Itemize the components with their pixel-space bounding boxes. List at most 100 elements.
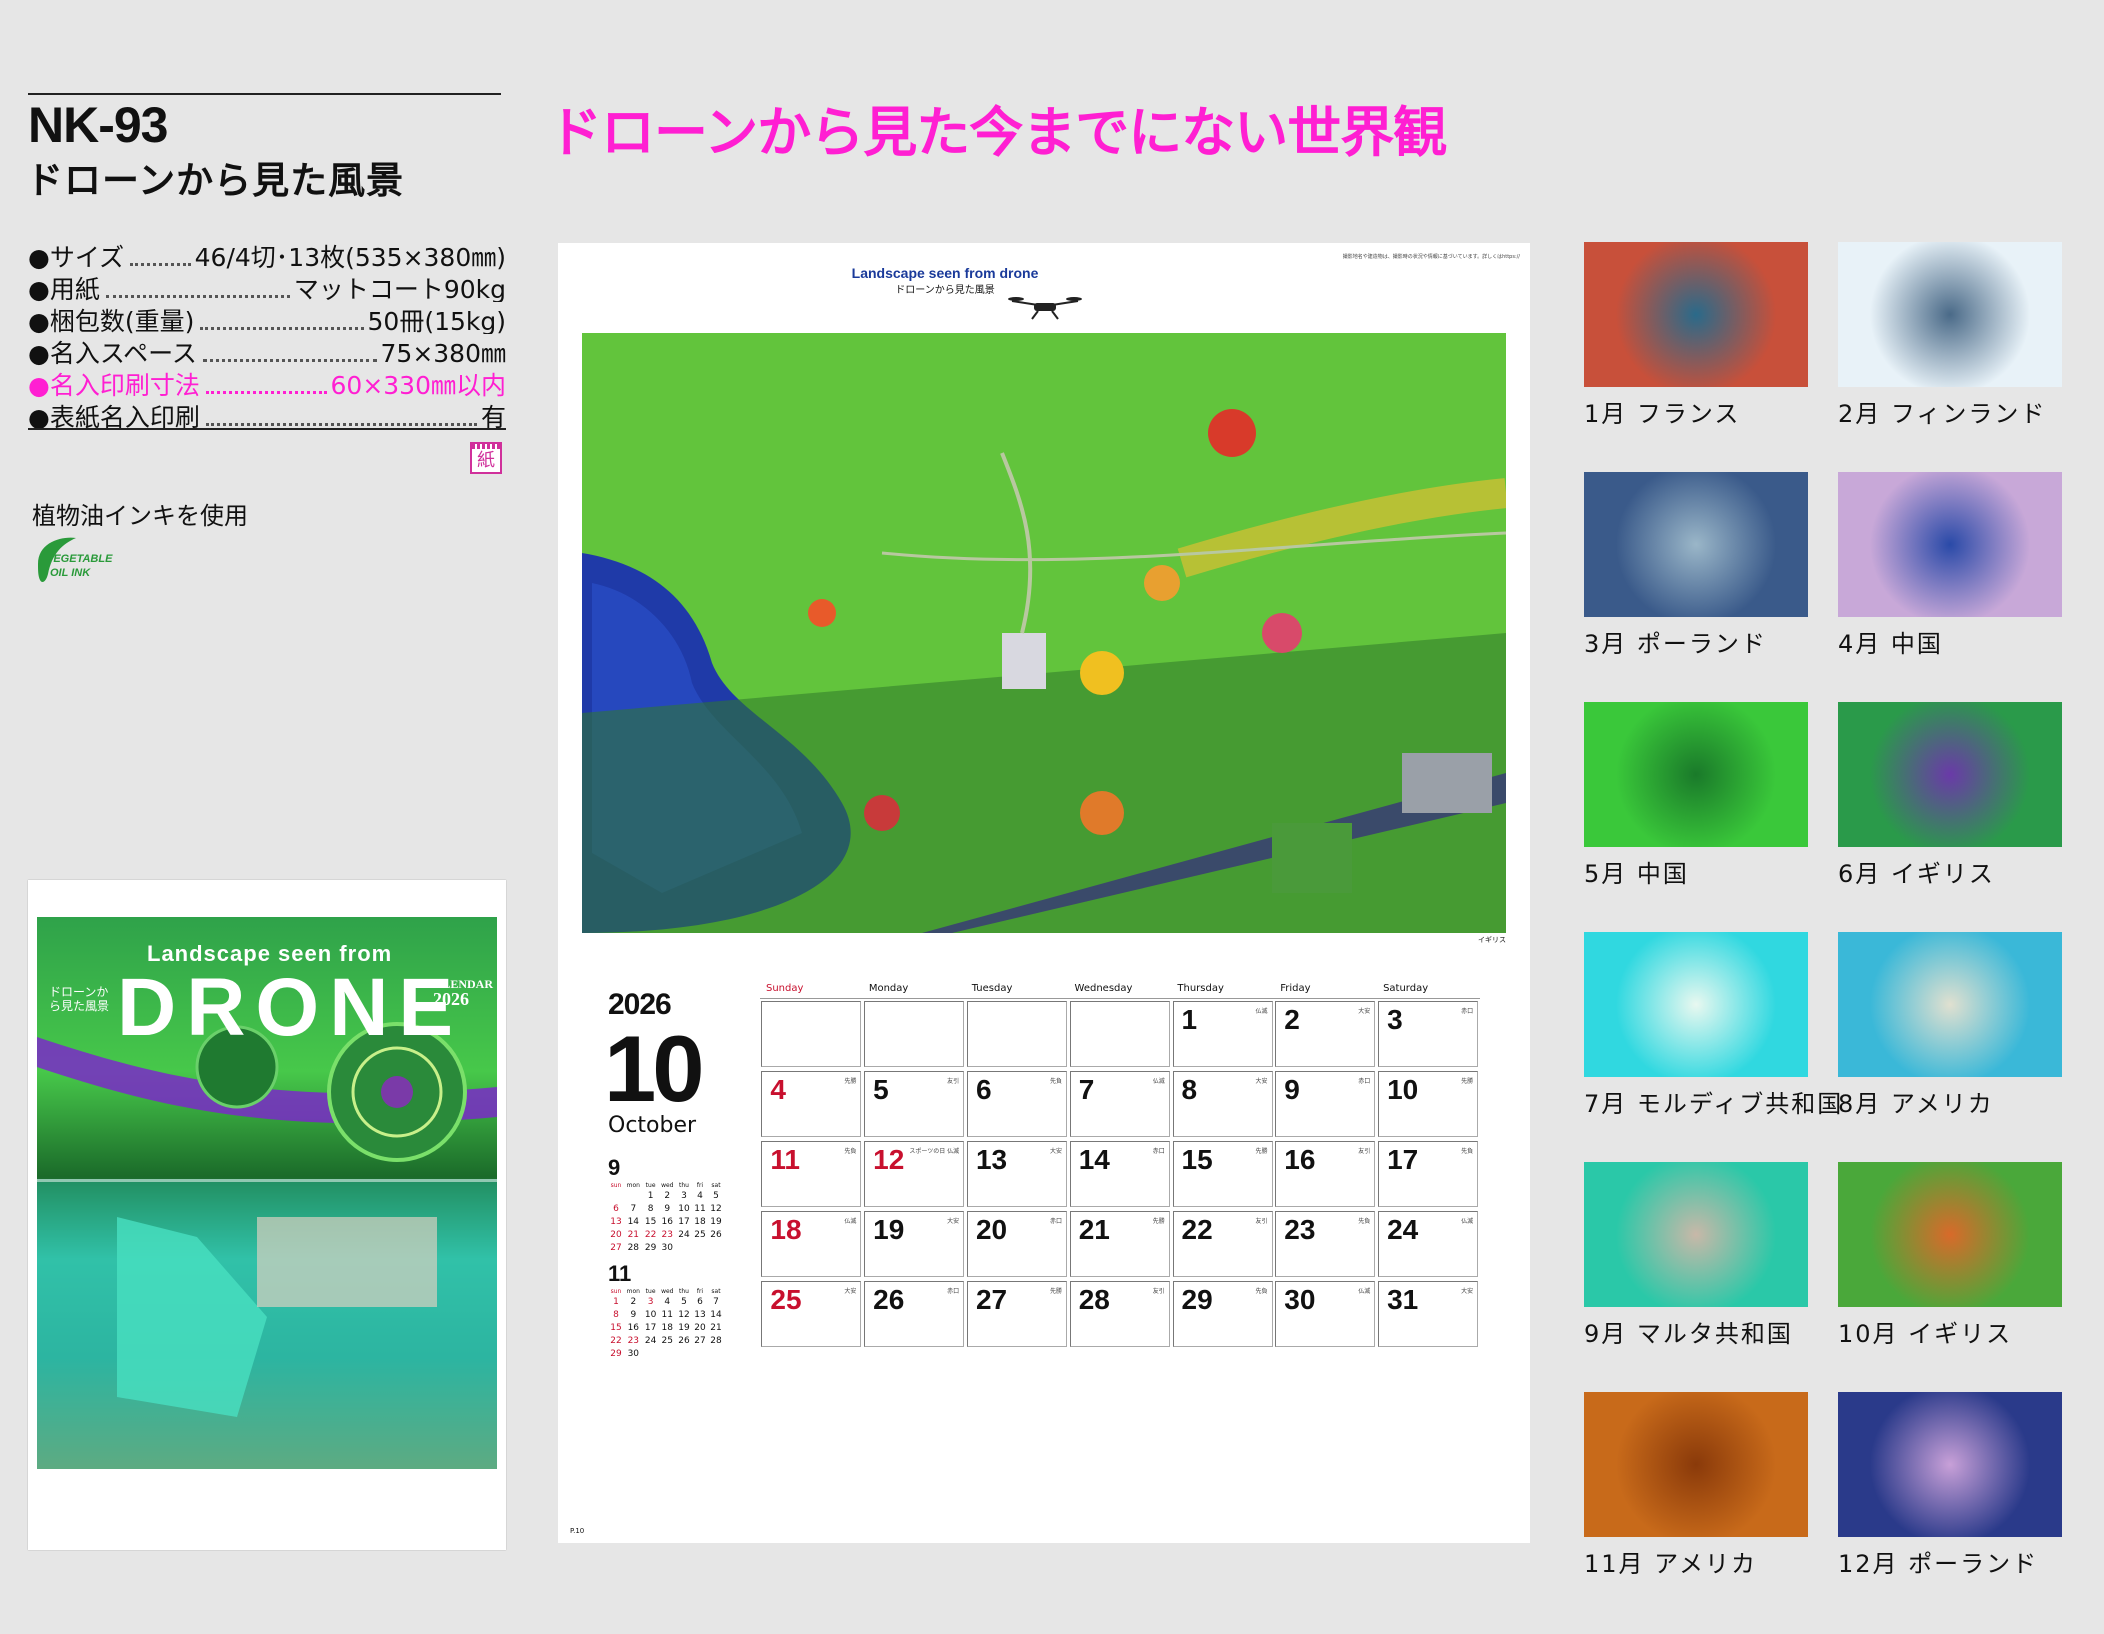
mini-day: 9 — [630, 1309, 637, 1320]
spec-row: ●梱包数(重量) 50冊(15kg) — [28, 302, 506, 334]
rokuyo-note: 仏滅 — [1461, 1218, 1474, 1225]
spec-label: ●名入スペース — [28, 339, 197, 366]
thumbnail-image — [1584, 242, 1808, 387]
thumbnail-image — [1584, 1162, 1808, 1307]
day-number: 28 — [1078, 1284, 1110, 1315]
day-cell: 17 先負 — [1378, 1141, 1479, 1207]
day-cell: 18 仏滅 — [761, 1211, 862, 1277]
day-header-row: Sunday Monday Tuesday Wednesday Thursday Frid… — [760, 983, 1480, 999]
mini-day: 9 — [664, 1203, 671, 1214]
day-number: 16 — [1284, 1144, 1316, 1175]
cover-year: 2026 — [433, 989, 469, 1009]
mini-day: 18 — [694, 1216, 706, 1227]
mini-month-number: 11 — [608, 1261, 632, 1286]
mini-day: 30 — [661, 1242, 673, 1253]
mini-day: 15 — [610, 1322, 622, 1333]
rokuyo-note: 先勝 — [1152, 1218, 1165, 1225]
mini-day — [692, 1241, 708, 1254]
mini-weekday: sat — [711, 1287, 721, 1295]
mini-day: 21 — [627, 1229, 640, 1240]
day-header: Friday — [1274, 983, 1378, 999]
day-number: 25 — [770, 1284, 802, 1315]
week-row: 25 大安 26 赤口 27 先勝 28 友引 29 先負 30 仏滅 31 大安 — [760, 1279, 1480, 1349]
mini-day: 27 — [610, 1242, 622, 1253]
mini-day: 3 — [647, 1296, 654, 1307]
spec-label: ●名入印刷寸法 — [28, 371, 200, 398]
thumbnail-image — [1838, 1392, 2062, 1537]
day-cell: 28 友引 — [1069, 1281, 1170, 1347]
day-cell — [966, 1001, 1067, 1067]
cover-image: Landscape seen from DRONE CALENDAR 2026 … — [37, 917, 497, 1469]
spec-label: ●用紙 — [28, 275, 100, 302]
calendar-month-number: 10 — [604, 1016, 705, 1121]
mini-weekday: fri — [696, 1181, 704, 1189]
day-number: 26 — [873, 1284, 905, 1315]
page-title-ja: ドローンから見た風景 — [895, 285, 995, 296]
mini-day: 10 — [678, 1203, 690, 1214]
mini-day: 12 — [678, 1309, 690, 1320]
mini-day: 1 — [647, 1190, 654, 1201]
mini-weekday: tue — [645, 1181, 656, 1189]
mini-day: 24 — [678, 1229, 690, 1240]
mini-day: 22 — [644, 1229, 657, 1240]
rokuyo-note: スポーツの日 仏滅 — [909, 1148, 960, 1155]
mini-day: 23 — [661, 1229, 673, 1240]
spec-row: ●用紙 マットコート90kg — [28, 270, 506, 302]
rokuyo-note: 赤口 — [1358, 1078, 1371, 1085]
mini-day — [643, 1347, 659, 1360]
mini-day: 19 — [678, 1322, 690, 1333]
mini-weekday: wed — [661, 1181, 674, 1189]
thumbnail-label: 1月 フランス — [1584, 400, 1741, 428]
mini-day: 11 — [694, 1203, 706, 1214]
cover-preview: Landscape seen from DRONE CALENDAR 2026 … — [28, 880, 506, 1550]
day-cell: 5 友引 — [864, 1071, 965, 1137]
day-number: 12 — [873, 1144, 905, 1175]
calendar-page: 撮影地名や建造物は、撮影時の状況や情報に基づいています。詳しくはhttps://… — [558, 243, 1530, 1543]
rokuyo-note: 友引 — [1358, 1148, 1371, 1155]
header-rule — [28, 93, 501, 95]
mini-day: 16 — [627, 1322, 640, 1333]
svg-text:OIL INK: OIL INK — [50, 567, 91, 579]
rokuyo-note: 友引 — [947, 1078, 960, 1085]
day-cell: 27 先勝 — [966, 1281, 1067, 1347]
mini-day: 6 — [697, 1296, 703, 1307]
spec-value: 46/4切･13枚(535×380㎜) — [194, 243, 506, 270]
mini-day: 10 — [644, 1309, 657, 1320]
calendar-month-name: October — [608, 1113, 697, 1138]
rokuyo-note: 先負 — [844, 1148, 857, 1155]
mini-weekday: fri — [696, 1287, 704, 1295]
mini-day: 2 — [664, 1190, 671, 1201]
day-number: 9 — [1284, 1074, 1300, 1105]
page-note: 撮影地名や建造物は、撮影時の状況や情報に基づいています。詳しくはhttps:// — [1342, 254, 1520, 260]
mini-day: 25 — [694, 1229, 706, 1240]
spec-row: ●表紙名入印刷 有 — [28, 398, 506, 430]
mini-day: 29 — [610, 1348, 622, 1359]
day-number: 20 — [975, 1214, 1008, 1245]
mini-day — [692, 1347, 708, 1360]
day-number: 7 — [1078, 1074, 1095, 1105]
mini-day — [676, 1241, 692, 1254]
day-cell: 16 友引 — [1275, 1141, 1376, 1207]
day-number: 18 — [770, 1214, 802, 1245]
rokuyo-note: 先勝 — [1049, 1288, 1062, 1295]
day-number: 17 — [1387, 1144, 1419, 1175]
rokuyo-note: 先勝 — [844, 1078, 857, 1085]
day-number: 21 — [1078, 1214, 1110, 1245]
rokuyo-note: 大安 — [1049, 1148, 1062, 1155]
spec-leader — [105, 295, 290, 298]
thumbnail-label: 10月 イギリス — [1838, 1320, 2013, 1348]
rokuyo-note: 先負 — [1358, 1218, 1371, 1225]
mini-day: 23 — [627, 1335, 640, 1346]
mini-month-number: 9 — [608, 1155, 621, 1180]
day-cell: 14 赤口 — [1069, 1141, 1170, 1207]
day-cell: 7 仏滅 — [1069, 1071, 1170, 1137]
spec-list: ●サイズ 46/4切･13枚(535×380㎜) ●用紙 マットコート90kg ●梱包数… — [28, 238, 506, 430]
spec-label: ●梱包数(重量) — [28, 307, 195, 334]
thumbnail-image — [1584, 932, 1808, 1077]
day-cell — [864, 1001, 965, 1067]
day-cell: 22 友引 — [1172, 1211, 1273, 1277]
mini-day: 25 — [661, 1335, 673, 1346]
day-number: 14 — [1078, 1144, 1110, 1175]
day-header: Monday — [862, 983, 966, 999]
spec-value: 75×380㎜ — [380, 339, 506, 366]
